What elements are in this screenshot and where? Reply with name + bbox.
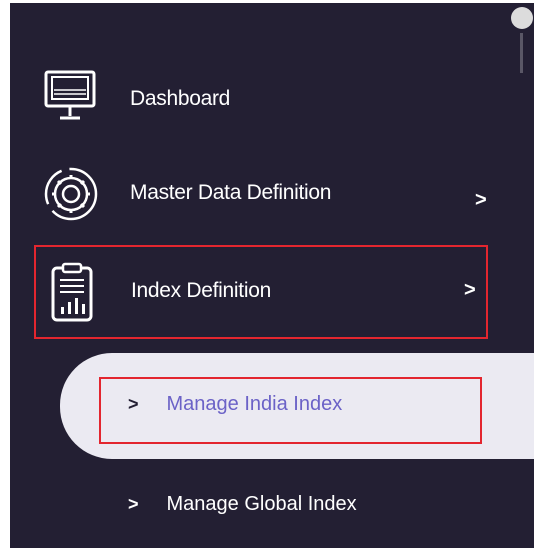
sidebar-item-label: Index Definition xyxy=(131,279,271,302)
chevron-right-icon: > xyxy=(128,394,139,414)
scrollbar-track[interactable] xyxy=(520,33,523,73)
submenu-item-manage-india-index[interactable]: > Manage India Index xyxy=(128,393,342,416)
sidebar: Dashboard Master Data Definition > Index… xyxy=(10,3,534,548)
chevron-right-icon: > xyxy=(464,279,476,301)
clipboard-chart-icon xyxy=(50,262,94,324)
submenu-item-label: Manage Global Index xyxy=(166,493,357,515)
sidebar-item-label: Dashboard xyxy=(130,87,231,110)
sidebar-item-index-definition[interactable]: Index Definition > xyxy=(34,245,488,339)
chevron-right-icon: > xyxy=(128,494,139,514)
scrollbar-thumb[interactable] xyxy=(511,7,533,29)
sidebar-item-master-data-definition[interactable]: Master Data Definition > xyxy=(42,165,502,227)
gear-icon xyxy=(42,165,100,223)
submenu-item-manage-global-index[interactable]: > Manage Global Index xyxy=(128,493,357,516)
monitor-icon xyxy=(42,68,98,124)
chevron-right-icon: > xyxy=(475,189,487,211)
sidebar-item-label: Master Data Definition xyxy=(130,181,332,204)
sidebar-item-dashboard[interactable]: Dashboard xyxy=(42,65,502,127)
submenu-item-label: Manage India Index xyxy=(166,393,343,415)
